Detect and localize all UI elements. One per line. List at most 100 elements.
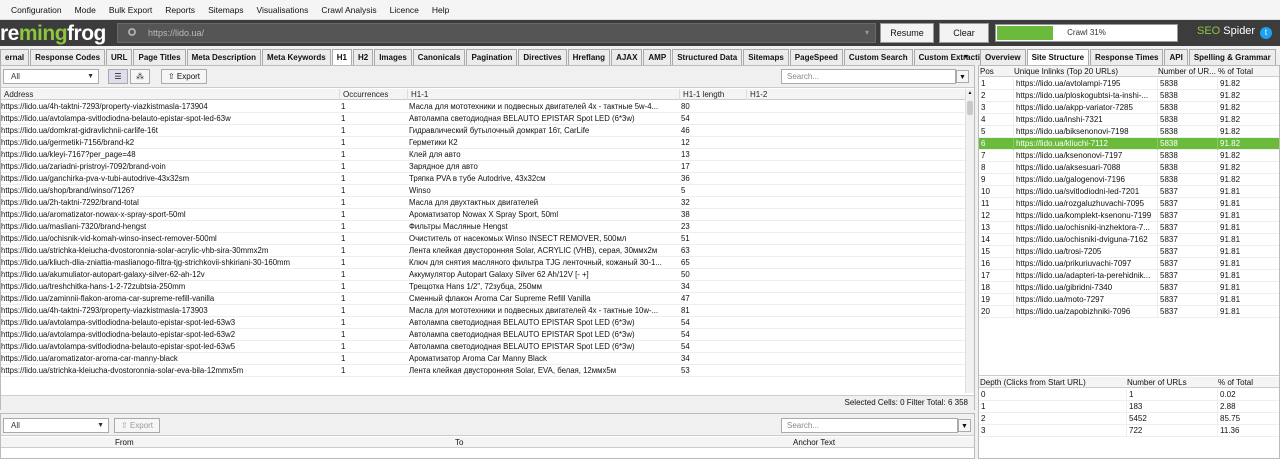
table-row[interactable]: 10 https://lido.ua/svitlodiodni-led-7201 5…: [979, 186, 1279, 198]
column-header[interactable]: % of Total: [1218, 377, 1278, 388]
tab-item[interactable]: H1: [331, 49, 352, 65]
table-row[interactable]: https://lido.ua/ganchirka-pva-v-tubi-aut…: [1, 173, 965, 185]
tab-item[interactable]: Meta Description: [186, 49, 262, 65]
table-row[interactable]: https://lido.ua/zaminnii-flakon-aroma-ca…: [1, 293, 965, 305]
tab-item[interactable]: URL: [106, 49, 133, 65]
tab-item[interactable]: Overview: [980, 49, 1026, 65]
tab-item[interactable]: PageSpeed: [789, 49, 843, 65]
table-row[interactable]: 7 https://lido.ua/ksenonovi-7197 5838 91.82: [979, 150, 1279, 162]
list-view-icon[interactable]: ☰: [108, 69, 128, 84]
column-header[interactable]: Depth (Clicks from Start URL): [980, 377, 1120, 388]
table-row[interactable]: https://lido.ua/akumuliator-autopart-gal…: [1, 269, 965, 281]
filter-select[interactable]: All ▼: [3, 69, 99, 84]
column-header[interactable]: Address: [1, 89, 337, 100]
table-row[interactable]: 18 https://lido.ua/gibridni-7340 5837 91.81: [979, 282, 1279, 294]
column-header[interactable]: Unique Inlinks (Top 20 URLs): [1014, 66, 1156, 77]
tab-item[interactable]: H2: [352, 49, 374, 65]
export-button[interactable]: ⇧ Export: [161, 69, 207, 84]
table-row[interactable]: https://lido.ua/masliani-7320/brand-heng…: [1, 221, 965, 233]
table-row[interactable]: https://lido.ua/shop/brand/winso/7126? 1 W…: [1, 185, 965, 197]
tab-item[interactable]: Site Structure: [1026, 49, 1090, 65]
column-header[interactable]: Occurrences: [339, 89, 405, 100]
table-row[interactable]: 3 722 11.36: [979, 425, 1279, 437]
url-dropdown-icon[interactable]: ▾: [865, 24, 869, 42]
table-row[interactable]: https://lido.ua/avtolampa-svitlodiodna-b…: [1, 329, 965, 341]
tab-item[interactable]: ernal: [0, 49, 30, 65]
table-row[interactable]: https://lido.ua/germetiki-7156/brand-k2 1…: [1, 137, 965, 149]
table-row[interactable]: 17 https://lido.ua/adapteri-ta-perehidnik…: [979, 270, 1279, 282]
tab-item[interactable]: AJAX: [611, 49, 643, 65]
table-row[interactable]: 2 https://lido.ua/ploskogubtsi-ta-inshi-.…: [979, 90, 1279, 102]
menu-item[interactable]: Reports: [165, 5, 195, 15]
table-row[interactable]: 12 https://lido.ua/komplekt-ksenonu-7199 5…: [979, 210, 1279, 222]
bottom-search-input[interactable]: Search... ▼: [781, 418, 971, 433]
table-row[interactable]: https://lido.ua/kliuch-dlia-zniattia-mas…: [1, 257, 965, 269]
table-row[interactable]: https://lido.ua/avtolampa-svitlodiodna-b…: [1, 113, 965, 125]
table-row[interactable]: 2 5452 85.75: [979, 413, 1279, 425]
table-row[interactable]: https://lido.ua/domkrat-gidravlichnii-ca…: [1, 125, 965, 137]
menu-item[interactable]: Help: [432, 5, 449, 15]
table-row[interactable]: https://lido.ua/2h-taktni-7292/brand-tot…: [1, 197, 965, 209]
table-row[interactable]: 4 https://lido.ua/inshi-7321 5838 91.82: [979, 114, 1279, 126]
table-row[interactable]: 5 https://lido.ua/biksenonovi-7198 5838 91.…: [979, 126, 1279, 138]
column-header[interactable]: % of Total: [1218, 66, 1278, 77]
table-row[interactable]: 20 https://lido.ua/zapobizhniki-7096 5837 9…: [979, 306, 1279, 318]
tab-item[interactable]: Pagination: [466, 49, 518, 65]
bottom-export-button[interactable]: ⇧ Export: [114, 418, 160, 433]
menu-item[interactable]: Licence: [390, 5, 419, 15]
tab-item[interactable]: Page Titles: [133, 49, 186, 65]
table-row[interactable]: https://lido.ua/aromatizator-nowax-x-spr…: [1, 209, 965, 221]
column-header[interactable]: Number of UR...: [1158, 66, 1216, 77]
menu-item[interactable]: Configuration: [11, 5, 62, 15]
tab-item[interactable]: Images: [374, 49, 412, 65]
resume-button[interactable]: Resume: [880, 23, 934, 43]
table-row[interactable]: 15 https://lido.ua/trosi-7205 5837 91.81: [979, 246, 1279, 258]
search-input[interactable]: Search... ▼: [781, 69, 969, 84]
table-row[interactable]: https://lido.ua/4h-taktni-7293/property-…: [1, 101, 965, 113]
search-dropdown-icon[interactable]: ▼: [956, 70, 969, 83]
table-row[interactable]: https://lido.ua/kleyi-7167?per_page=48 1 К…: [1, 149, 965, 161]
tab-item[interactable]: Spelling & Grammar: [1188, 49, 1276, 65]
bottom-filter-select[interactable]: All ▼: [3, 418, 109, 433]
table-row[interactable]: https://lido.ua/ochisnik-vid-komah-winso…: [1, 233, 965, 245]
clear-button[interactable]: Clear: [939, 23, 989, 43]
url-input[interactable]: https://lido.ua/ ▾: [117, 23, 876, 43]
column-header[interactable]: Pos: [980, 66, 1012, 77]
tab-item[interactable]: Directives: [518, 49, 567, 65]
tab-item[interactable]: Meta Keywords: [262, 49, 331, 65]
column-header[interactable]: H1-2: [746, 89, 965, 100]
menu-item[interactable]: Visualisations: [257, 5, 309, 15]
panel-divider[interactable]: [979, 375, 1279, 376]
menu-item[interactable]: Mode: [75, 5, 96, 15]
table-row[interactable]: 6 https://lido.ua/kliuchi-7112 5838 91.82: [979, 138, 1279, 150]
table-row[interactable]: 9 https://lido.ua/galogenovi-7196 5838 91.8…: [979, 174, 1279, 186]
twitter-icon[interactable]: t: [1260, 27, 1272, 39]
column-header[interactable]: Number of URLs: [1127, 377, 1215, 388]
table-row[interactable]: https://lido.ua/aromatizator-aroma-car-m…: [1, 353, 965, 365]
vertical-scrollbar[interactable]: ▲: [965, 89, 974, 393]
tab-item[interactable]: Response Times: [1090, 49, 1164, 65]
table-row[interactable]: https://lido.ua/treshchitka-hans-1-2-72z…: [1, 281, 965, 293]
tab-item[interactable]: Custom Search: [843, 49, 913, 65]
column-header[interactable]: H1-1: [407, 89, 677, 100]
search-dropdown-icon[interactable]: ▼: [958, 419, 971, 432]
tab-item[interactable]: API: [1164, 49, 1188, 65]
table-row[interactable]: 3 https://lido.ua/akpp-variator-7285 5838 9…: [979, 102, 1279, 114]
tab-item[interactable]: AMP: [643, 49, 672, 65]
table-row[interactable]: https://lido.ua/zariadni-pristroyi-7092/…: [1, 161, 965, 173]
tab-item[interactable]: Hreflang: [567, 49, 611, 65]
table-row[interactable]: 0 1 0.02: [979, 389, 1279, 401]
tab-item[interactable]: Response Codes: [30, 49, 106, 65]
table-row[interactable]: https://lido.ua/4h-taktni-7293/property-…: [1, 305, 965, 317]
col-to[interactable]: To: [455, 437, 463, 448]
table-row[interactable]: 1 https://lido.ua/avtolampi-7195 5838 91.82: [979, 78, 1279, 90]
col-anchor-text[interactable]: Anchor Text: [793, 437, 835, 448]
tab-item[interactable]: Canonicals: [412, 49, 466, 65]
table-row[interactable]: 11 https://lido.ua/rozgaluzhuvachi-7095 58…: [979, 198, 1279, 210]
table-row[interactable]: https://lido.ua/avtolampa-svitlodiodna-b…: [1, 317, 965, 329]
table-row[interactable]: 8 https://lido.ua/aksesuari-7088 5838 91.82: [979, 162, 1279, 174]
table-row[interactable]: https://lido.ua/strichka-kleiucha-dvosto…: [1, 365, 965, 377]
table-row[interactable]: 19 https://lido.ua/moto-7297 5837 91.81: [979, 294, 1279, 306]
menu-item[interactable]: Sitemaps: [208, 5, 243, 15]
table-row[interactable]: 13 https://lido.ua/ochisniki-inzhektora-7…: [979, 222, 1279, 234]
